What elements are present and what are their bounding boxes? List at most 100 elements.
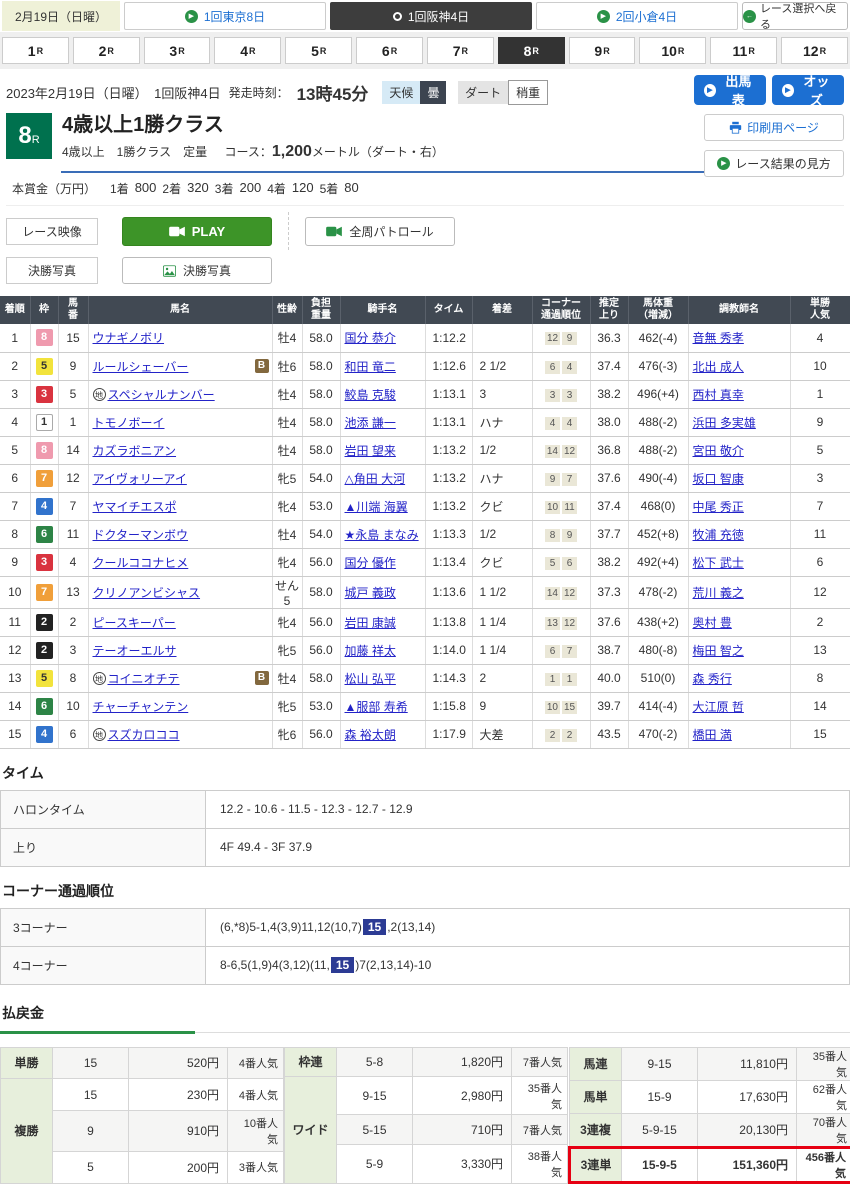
horse-link[interactable]: チャーチャンテン	[93, 700, 189, 714]
entry-table-button[interactable]: ▶ 出馬表	[694, 75, 766, 105]
horse-link[interactable]: テーオーエルサ	[93, 644, 177, 658]
horse-number: 2	[58, 608, 88, 636]
race-title: 4歳以上1勝クラス	[62, 113, 444, 137]
finish-photo-button-label: 決勝写真	[183, 262, 231, 279]
horse-name-cell: ヤマイチエスポ	[88, 492, 272, 520]
back-to-race-select-button[interactable]: ← レース選択へ戻る	[742, 2, 848, 30]
horse-link[interactable]: クリノアンビシャス	[93, 586, 201, 600]
jockey-link[interactable]: 鮫島 克駿	[345, 388, 396, 402]
finish-photo-button[interactable]: 決勝写真	[122, 257, 272, 284]
horse-link[interactable]: ピースキーパー	[93, 616, 176, 630]
race-tab-10r[interactable]: 10R	[639, 37, 706, 64]
jockey-link[interactable]: 松山 弘平	[345, 672, 396, 686]
horse-link[interactable]: トモノボーイ	[93, 416, 165, 430]
trainer-cell: 荒川 義之	[688, 576, 790, 608]
race-tab-2r[interactable]: 2R	[73, 37, 140, 64]
divider	[288, 212, 289, 250]
weather-label: 天候	[382, 81, 420, 104]
margin: 9	[472, 692, 532, 720]
results-guide-button[interactable]: ▶ レース結果の見方	[704, 150, 844, 177]
trainer-link[interactable]: 中尾 秀正	[693, 500, 744, 514]
jockey-link[interactable]: 国分 優作	[345, 556, 396, 570]
winner-highlight: 15	[331, 957, 354, 973]
jockey-link[interactable]: ★永島 まなみ	[345, 528, 419, 542]
frame-cell: 3	[30, 380, 58, 408]
horse-link[interactable]: カズラボニアン	[93, 444, 177, 458]
trainer-link[interactable]: 奥村 豊	[693, 616, 732, 630]
trainer-link[interactable]: 音無 秀孝	[693, 331, 744, 345]
horse-link[interactable]: ルールシェーバー	[93, 360, 189, 374]
horse-link[interactable]: スペシャルナンバー	[108, 388, 215, 402]
jockey-link[interactable]: 森 裕太朗	[345, 728, 396, 742]
race-tab-6r[interactable]: 6R	[356, 37, 423, 64]
trainer-link[interactable]: 荒川 義之	[693, 586, 744, 600]
trainer-link[interactable]: 浜田 多実雄	[693, 416, 756, 430]
frame-number-chip: 8	[36, 442, 53, 459]
race-tab-number: 8	[524, 43, 532, 59]
corner-positions: 11	[532, 664, 590, 692]
top-nav: 2月19日（日曜） ▶1回東京8日1回阪神4日▶2回小倉4日 ← レース選択へ戻…	[0, 0, 850, 32]
jockey-link[interactable]: 岩田 康誠	[345, 616, 396, 630]
horse-link[interactable]: クールココナヒメ	[93, 556, 189, 570]
trainer-link[interactable]: 坂口 智康	[693, 472, 744, 486]
trainer-link[interactable]: 宮田 敬介	[693, 444, 744, 458]
jockey-link[interactable]: 池添 謙一	[345, 416, 396, 430]
trainer-link[interactable]: 橋田 満	[693, 728, 732, 742]
race-tab-number: 5	[311, 43, 319, 59]
jockey-link[interactable]: 国分 恭介	[345, 331, 396, 345]
trainer-link[interactable]: 牧浦 充徳	[693, 528, 744, 542]
jockey-link[interactable]: 岩田 望来	[345, 444, 396, 458]
odds-button[interactable]: ▶ オッズ	[772, 75, 844, 105]
horse-link[interactable]: ウナギノボリ	[93, 331, 165, 345]
sex-age: 牝5	[272, 464, 302, 492]
meeting-tab[interactable]: 1回阪神4日	[330, 2, 532, 30]
race-tab-1r[interactable]: 1R	[2, 37, 69, 64]
horse-link[interactable]: アイヴォリーアイ	[93, 472, 187, 486]
trainer-link[interactable]: 松下 武士	[693, 556, 744, 570]
odds-label: オッズ	[799, 71, 834, 109]
jockey-link[interactable]: 城戸 義政	[345, 586, 396, 600]
payout-popularity: 35番人気	[797, 1047, 850, 1080]
meeting-tab[interactable]: ▶2回小倉4日	[536, 2, 738, 30]
corner-positions: 89	[532, 520, 590, 548]
horse-link[interactable]: コイニオチテ	[108, 672, 180, 686]
jockey-cell: ▲服部 寿希	[340, 692, 425, 720]
track-type-label: ダート	[458, 81, 508, 104]
race-tab-9r[interactable]: 9R	[569, 37, 636, 64]
race-tab-12r[interactable]: 12R	[781, 37, 848, 64]
frame-number-chip: 3	[36, 386, 53, 403]
trainer-link[interactable]: 北出 成人	[693, 360, 744, 374]
jockey-link[interactable]: ▲川端 海翼	[345, 500, 408, 514]
jockey-link[interactable]: △角田 大河	[345, 472, 406, 486]
meeting-tab[interactable]: ▶1回東京8日	[124, 2, 326, 30]
trainer-link[interactable]: 大江原 哲	[693, 700, 744, 714]
jockey-link[interactable]: ▲服部 寿希	[345, 700, 408, 714]
race-tab-5r[interactable]: 5R	[285, 37, 352, 64]
result-row: 335地スペシャルナンバー牡458.0鮫島 克駿1:13.133338.2496…	[0, 380, 850, 408]
race-tab-11r[interactable]: 11R	[710, 37, 777, 64]
sex-age: せん5	[272, 576, 302, 608]
race-tab-3r[interactable]: 3R	[144, 37, 211, 64]
race-tab-8r[interactable]: 8R	[498, 37, 565, 64]
patrol-video-button[interactable]: 全周パトロール	[305, 217, 455, 246]
print-page-button[interactable]: 印刷用ページ	[704, 114, 844, 141]
win-popularity: 8	[790, 664, 850, 692]
frame-cell: 4	[30, 492, 58, 520]
horse-link[interactable]: ドクターマンボウ	[93, 528, 189, 542]
trainer-link[interactable]: 梅田 智之	[693, 644, 744, 658]
finish-time: 1:13.2	[425, 492, 472, 520]
jockey-link[interactable]: 加藤 祥太	[345, 644, 396, 658]
blinkers-badge: B	[255, 671, 269, 685]
race-tab-7r[interactable]: 7R	[427, 37, 494, 64]
trainer-link[interactable]: 西村 真幸	[693, 388, 744, 402]
back-arrow-icon: ←	[743, 10, 756, 23]
bet-type-label: 単勝	[1, 1047, 53, 1079]
play-video-button[interactable]: PLAY	[122, 217, 272, 246]
payout-popularity: 7番人気	[512, 1115, 568, 1145]
results-guide-label: レース結果の見方	[735, 155, 830, 172]
trainer-link[interactable]: 森 秀行	[693, 672, 732, 686]
race-tab-4r[interactable]: 4R	[214, 37, 281, 64]
jockey-link[interactable]: 和田 竜二	[345, 360, 396, 374]
horse-link[interactable]: スズカロココ	[108, 728, 180, 742]
horse-link[interactable]: ヤマイチエスポ	[93, 500, 177, 514]
